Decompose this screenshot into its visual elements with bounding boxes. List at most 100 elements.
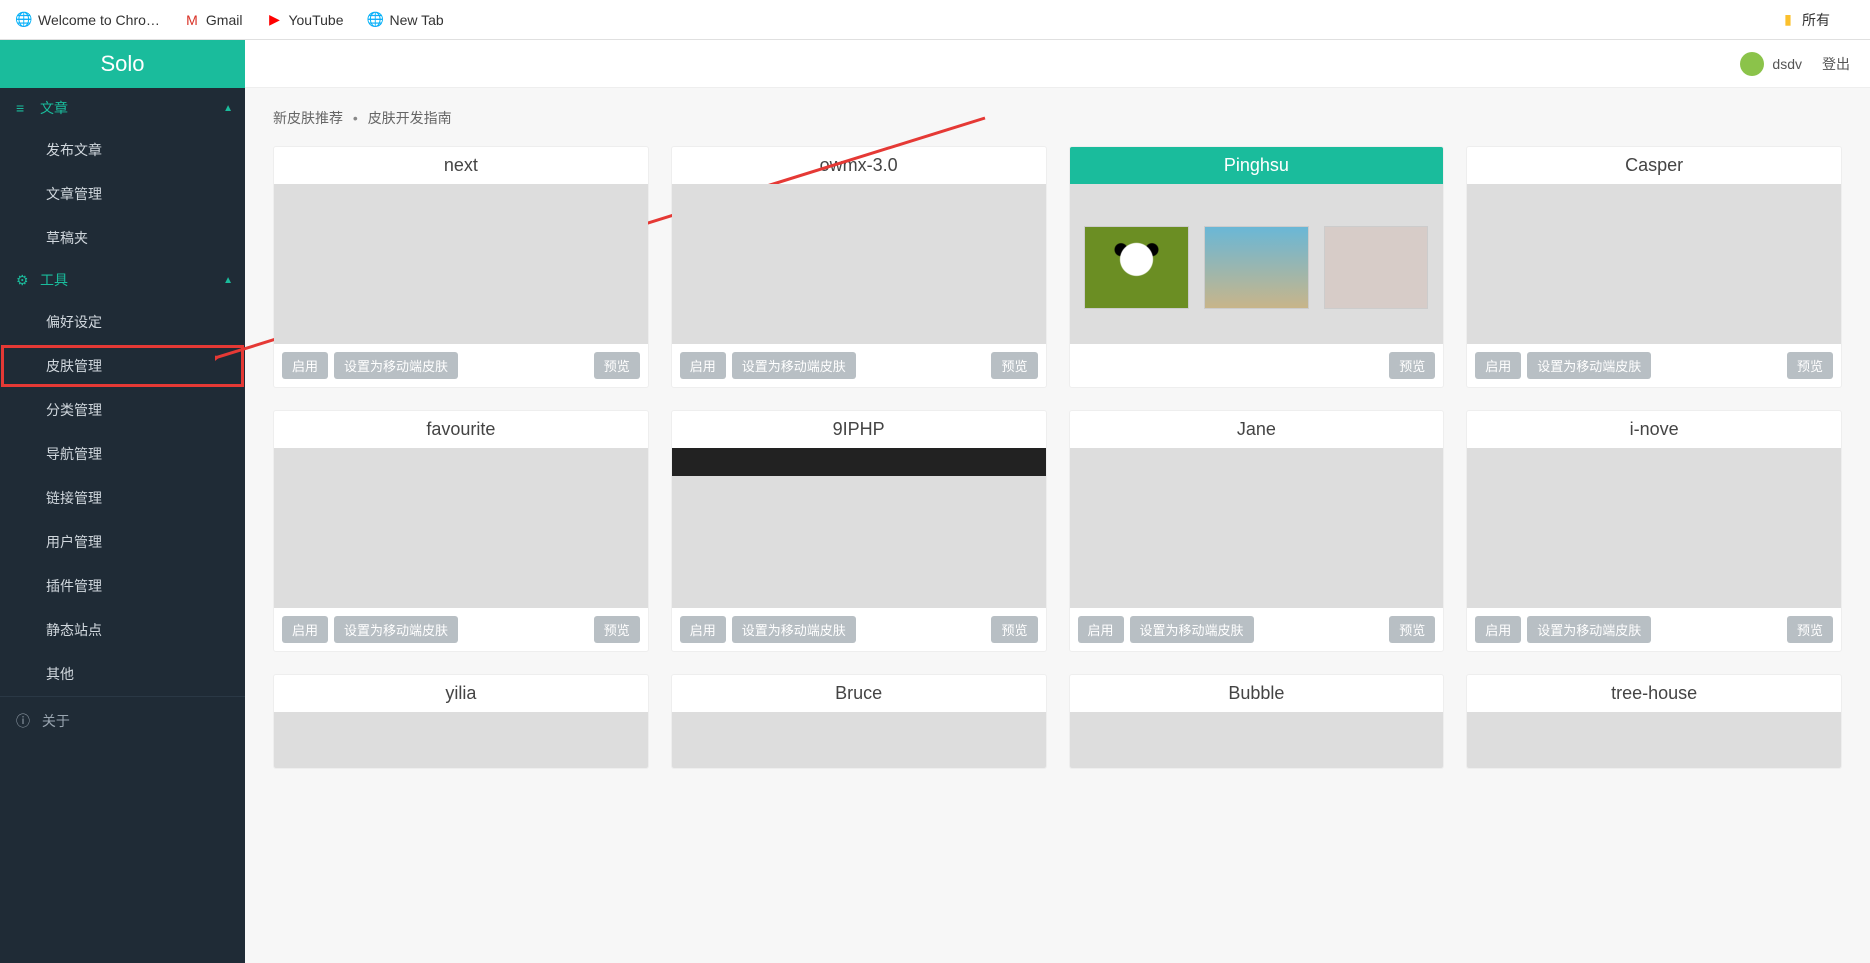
sidebar-item-article-manage[interactable]: 文章管理: [0, 172, 245, 216]
skin-thumbnail[interactable]: [274, 184, 648, 344]
sidebar-item-categories[interactable]: 分类管理: [0, 388, 245, 432]
set-mobile-skin-button[interactable]: 设置为移动端皮肤: [1527, 616, 1651, 643]
set-mobile-skin-button[interactable]: 设置为移动端皮肤: [732, 616, 856, 643]
main-area: dsdv 登出 新皮肤推荐 • 皮肤开发指南 next启用设置为移动端皮肤预览o…: [245, 40, 1870, 963]
skin-card: favourite 启用设置为移动端皮肤 预览: [273, 410, 649, 652]
breadcrumb-link-recommend[interactable]: 新皮肤推荐: [273, 110, 343, 126]
chevron-up-icon: ▲: [223, 103, 233, 114]
preview-button[interactable]: 预览: [1787, 616, 1833, 643]
sidebar-section-tools[interactable]: ⚙ 工具 ▲: [0, 260, 245, 300]
set-mobile-skin-button[interactable]: 设置为移动端皮肤: [334, 616, 458, 643]
sidebar-item-label: 皮肤管理: [46, 358, 102, 374]
skin-thumbnail[interactable]: [672, 184, 1046, 344]
sidebar-item-label: 其他: [46, 666, 74, 682]
preview-button[interactable]: 预览: [594, 352, 640, 379]
skin-title: yilia: [274, 675, 648, 712]
bookmark-label: 所有: [1802, 10, 1830, 30]
skin-title: favourite: [274, 411, 648, 448]
sidebar-item-publish[interactable]: 发布文章: [0, 128, 245, 172]
bookmark-label: New Tab: [389, 12, 443, 28]
chevron-up-icon: ▲: [223, 275, 233, 286]
bookmark-welcome[interactable]: 🌐 Welcome to Chro…: [16, 12, 160, 28]
globe-icon: 🌐: [16, 12, 32, 28]
skin-thumbnail[interactable]: [1467, 448, 1841, 608]
bookmark-gmail[interactable]: M Gmail: [184, 12, 243, 28]
sidebar-item-label: 静态站点: [46, 622, 102, 638]
sidebar-item-label: 插件管理: [46, 578, 102, 594]
skin-thumbnail[interactable]: [274, 712, 648, 768]
skin-card: Casper 启用设置为移动端皮肤 预览: [1466, 146, 1842, 388]
preview-button[interactable]: 预览: [594, 616, 640, 643]
skin-footer: 启用设置为移动端皮肤 预览: [1467, 344, 1841, 387]
globe-icon: 🌐: [367, 12, 383, 28]
info-icon: ⓘ: [16, 713, 30, 729]
skin-thumbnail[interactable]: [1467, 184, 1841, 344]
sidebar-item-other[interactable]: 其他: [0, 652, 245, 696]
sidebar-item-skins[interactable]: 皮肤管理: [0, 344, 245, 388]
enable-button[interactable]: 启用: [680, 616, 726, 643]
folder-icon: ▮: [1780, 12, 1796, 28]
logout-link[interactable]: 登出: [1822, 54, 1850, 74]
set-mobile-skin-button[interactable]: 设置为移动端皮肤: [1130, 616, 1254, 643]
brand-text: Solo: [100, 51, 144, 77]
skin-thumbnail[interactable]: [274, 448, 648, 608]
enable-button[interactable]: 启用: [1475, 616, 1521, 643]
skin-thumbnail[interactable]: [1070, 712, 1444, 768]
skin-title: tree-house: [1467, 675, 1841, 712]
skin-title: Casper: [1467, 147, 1841, 184]
sidebar-item-static[interactable]: 静态站点: [0, 608, 245, 652]
brand-logo[interactable]: Solo: [0, 40, 245, 88]
skin-title: Bubble: [1070, 675, 1444, 712]
skin-card: Jane启用设置为移动端皮肤预览: [1069, 410, 1445, 652]
sidebar-section-articles[interactable]: ≡ 文章 ▲: [0, 88, 245, 128]
preview-button[interactable]: 预览: [1389, 616, 1435, 643]
skin-thumbnail[interactable]: [1070, 448, 1444, 608]
preview-button[interactable]: 预览: [1389, 352, 1435, 379]
skin-footer: 启用设置为移动端皮肤 预览: [274, 344, 648, 387]
skin-thumbnail[interactable]: [672, 448, 1046, 608]
section-label: 文章: [40, 98, 68, 118]
skin-thumbnail[interactable]: [672, 712, 1046, 768]
sidebar-item-links[interactable]: 链接管理: [0, 476, 245, 520]
skin-footer: 启用设置为移动端皮肤 预览: [274, 608, 648, 651]
skin-thumbnail[interactable]: [1467, 712, 1841, 768]
sidebar-item-nav[interactable]: 导航管理: [0, 432, 245, 476]
username[interactable]: dsdv: [1772, 56, 1802, 72]
enable-button[interactable]: 启用: [680, 352, 726, 379]
sidebar-item-users[interactable]: 用户管理: [0, 520, 245, 564]
skin-card: i-nove 启用设置为移动端皮肤 预览: [1466, 410, 1842, 652]
skin-title: i-nove: [1467, 411, 1841, 448]
set-mobile-skin-button[interactable]: 设置为移动端皮肤: [1527, 352, 1651, 379]
breadcrumb-link-guide[interactable]: 皮肤开发指南: [368, 110, 452, 126]
skin-title: 9IPHP: [672, 411, 1046, 448]
skin-card: yilia: [273, 674, 649, 769]
sidebar-item-plugins[interactable]: 插件管理: [0, 564, 245, 608]
set-mobile-skin-button[interactable]: 设置为移动端皮肤: [732, 352, 856, 379]
sidebar-item-about[interactable]: ⓘ 关于: [0, 696, 245, 745]
sidebar-item-preferences[interactable]: 偏好设定: [0, 300, 245, 344]
bookmark-folder-right[interactable]: ▮ 所有: [1780, 10, 1830, 30]
enable-button[interactable]: 启用: [282, 352, 328, 379]
enable-button[interactable]: 启用: [1078, 616, 1124, 643]
set-mobile-skin-button[interactable]: 设置为移动端皮肤: [334, 352, 458, 379]
sidebar-item-drafts[interactable]: 草稿夹: [0, 216, 245, 260]
preview-button[interactable]: 预览: [991, 352, 1037, 379]
preview-button[interactable]: 预览: [1787, 352, 1833, 379]
skin-title: next: [274, 147, 648, 184]
avatar[interactable]: [1740, 52, 1764, 76]
gear-icon: ⚙: [16, 272, 32, 289]
sidebar-item-label: 偏好设定: [46, 314, 102, 330]
skin-thumbnail[interactable]: [1070, 184, 1444, 344]
sidebar-item-label: 草稿夹: [46, 230, 88, 246]
preview-button[interactable]: 预览: [991, 616, 1037, 643]
sidebar-item-label: 关于: [42, 713, 70, 729]
enable-button[interactable]: 启用: [1475, 352, 1521, 379]
section-label: 工具: [40, 270, 68, 290]
topbar: dsdv 登出: [245, 40, 1870, 88]
bookmark-youtube[interactable]: ▶ YouTube: [266, 12, 343, 28]
skin-card: next 启用设置为移动端皮肤 预览: [273, 146, 649, 388]
breadcrumb-separator: •: [353, 110, 358, 126]
bookmark-label: YouTube: [288, 12, 343, 28]
enable-button[interactable]: 启用: [282, 616, 328, 643]
bookmark-newtab[interactable]: 🌐 New Tab: [367, 12, 443, 28]
